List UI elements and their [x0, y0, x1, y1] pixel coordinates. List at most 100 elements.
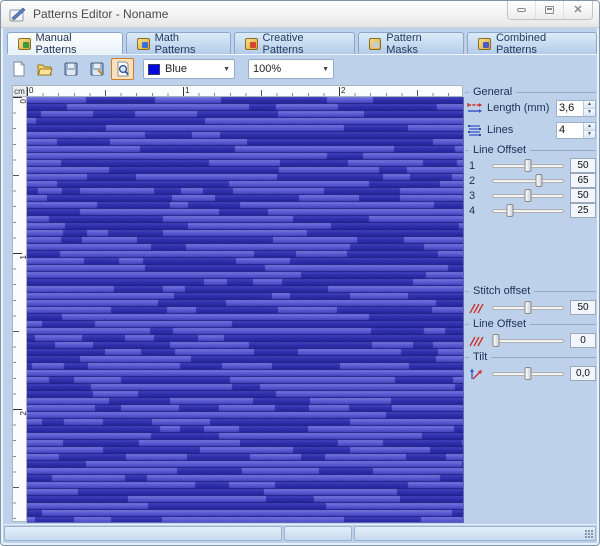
length-spin-up[interactable]: ▲	[584, 100, 595, 108]
line-offset-value-2[interactable]: 65	[570, 173, 596, 188]
group-tilt: Tilt	[465, 351, 596, 363]
minimize-button[interactable]	[508, 1, 536, 19]
slider-thumb[interactable]	[492, 334, 500, 347]
status-bar	[4, 524, 596, 541]
new-document-button[interactable]	[7, 58, 30, 80]
status-pane-3	[354, 526, 596, 541]
length-row: Length (mm) ▲ ▼	[467, 99, 596, 117]
line-offset-row-4: 4 25	[469, 203, 596, 218]
lines-spin-down[interactable]: ▼	[584, 129, 595, 138]
color-swatch	[148, 63, 160, 75]
open-folder-icon	[37, 64, 53, 76]
new-document-icon	[13, 61, 25, 77]
pattern-canvas[interactable]	[27, 97, 464, 523]
print-preview-button[interactable]	[111, 58, 134, 80]
ruler-number: 2	[341, 86, 346, 95]
color-select[interactable]: Blue ▼	[143, 59, 235, 79]
tab-label: Math Patterns	[154, 31, 196, 56]
length-spin-down[interactable]: ▼	[584, 107, 595, 116]
lines-spinner: ▲ ▼	[556, 121, 596, 139]
stitch-offset-slider[interactable]	[492, 300, 564, 315]
line-offset-value-1[interactable]: 50	[570, 158, 596, 173]
creative-patterns-icon	[245, 37, 258, 50]
tab-label: Creative Patterns	[262, 31, 304, 56]
close-button[interactable]: ✕	[564, 1, 592, 19]
save-as-icon	[90, 62, 103, 76]
ruler-unit: cm	[12, 85, 27, 97]
line-offset-slider-4[interactable]	[492, 203, 564, 218]
horizontal-ruler: 0 1 2	[27, 85, 463, 97]
open-button[interactable]	[33, 58, 56, 80]
combined-patterns-icon	[478, 37, 491, 50]
length-spinner: ▲ ▼	[556, 99, 596, 117]
line-offset-slider-3[interactable]	[492, 188, 564, 203]
app-icon	[9, 7, 26, 21]
window-title: Patterns Editor - Noname	[33, 7, 169, 21]
group-general: General	[465, 86, 596, 98]
slider-thumb[interactable]	[524, 301, 532, 314]
length-input[interactable]	[557, 100, 583, 116]
tab-label: Pattern Masks	[386, 31, 422, 56]
group-line-offset: Line Offset	[465, 144, 596, 156]
chevron-down-icon: ▼	[322, 65, 329, 73]
tab-creative-patterns[interactable]: Creative Patterns	[234, 31, 355, 56]
group-line-offset-2: Line Offset	[465, 318, 596, 330]
save-button[interactable]	[59, 58, 82, 80]
slider-thumb[interactable]	[535, 174, 543, 187]
group-title-text: Line Offset	[473, 318, 526, 330]
slider-thumb[interactable]	[524, 367, 532, 380]
line-offset2-value[interactable]: 0	[570, 333, 596, 348]
toolbar: Blue ▼ 100% ▼	[7, 57, 597, 81]
tab-manual-patterns[interactable]: Manual Patterns	[7, 31, 124, 56]
slider-thumb[interactable]	[524, 189, 532, 202]
zoom-select[interactable]: 100% ▼	[248, 59, 334, 79]
tab-label: Combined Patterns	[495, 31, 547, 56]
group-title-text: Stitch offset	[473, 285, 531, 297]
pattern-masks-icon	[368, 37, 382, 50]
line-offset2-row: 0	[469, 333, 596, 348]
tab-math-patterns[interactable]: Math Patterns	[126, 31, 231, 56]
resize-grip[interactable]	[584, 529, 593, 538]
tilt-slider[interactable]	[492, 366, 564, 381]
row-number: 4	[469, 204, 476, 217]
hatch-icon	[469, 336, 484, 346]
line-offset-row-1: 1 50	[469, 158, 596, 173]
save-icon	[64, 62, 77, 76]
minimize-icon	[517, 8, 526, 12]
row-number: 3	[469, 189, 476, 202]
lines-input[interactable]	[557, 122, 583, 138]
math-patterns-icon	[137, 37, 150, 50]
color-select-value: Blue	[165, 63, 188, 75]
row-number: 2	[469, 174, 476, 187]
ruler-number: 1	[185, 86, 190, 95]
length-icon	[467, 103, 482, 113]
patterns-editor-window: Patterns Editor - Noname ✕ Manual Patter…	[0, 0, 600, 546]
magnifier-page-icon	[117, 61, 129, 77]
group-title-text: General	[473, 86, 513, 98]
lines-spin-up[interactable]: ▲	[584, 122, 595, 130]
tab-combined-patterns[interactable]: Combined Patterns	[467, 31, 597, 56]
tilt-value[interactable]: 0,0	[570, 366, 596, 381]
line-offset-value-4[interactable]: 25	[570, 203, 596, 218]
maximize-icon	[545, 6, 554, 14]
slider-thumb[interactable]	[524, 159, 532, 172]
line-offset-value-3[interactable]: 50	[570, 188, 596, 203]
settings-panel: General Length (mm) ▲ ▼	[465, 85, 598, 522]
line-offset-slider-2[interactable]	[492, 173, 564, 188]
pattern-tabs: Manual Patterns Math Patterns Creative P…	[7, 31, 597, 56]
stitch-offset-value[interactable]: 50	[570, 300, 596, 315]
group-title-text: Tilt	[473, 351, 488, 363]
slider-thumb[interactable]	[506, 204, 514, 217]
group-title-text: Line Offset	[473, 144, 526, 156]
save-as-button[interactable]	[85, 58, 108, 80]
group-stitch-offset: Stitch offset	[465, 285, 596, 297]
line-offset2-slider[interactable]	[492, 333, 564, 348]
line-offset-slider-1[interactable]	[492, 158, 564, 173]
manual-patterns-icon	[18, 37, 31, 50]
window-controls: ✕	[507, 1, 593, 20]
tilt-row: 0,0	[469, 366, 596, 381]
hatch-icon	[469, 303, 484, 313]
tab-label: Manual Patterns	[35, 31, 77, 56]
tab-pattern-masks[interactable]: Pattern Masks	[357, 31, 465, 56]
maximize-button[interactable]	[536, 1, 564, 19]
